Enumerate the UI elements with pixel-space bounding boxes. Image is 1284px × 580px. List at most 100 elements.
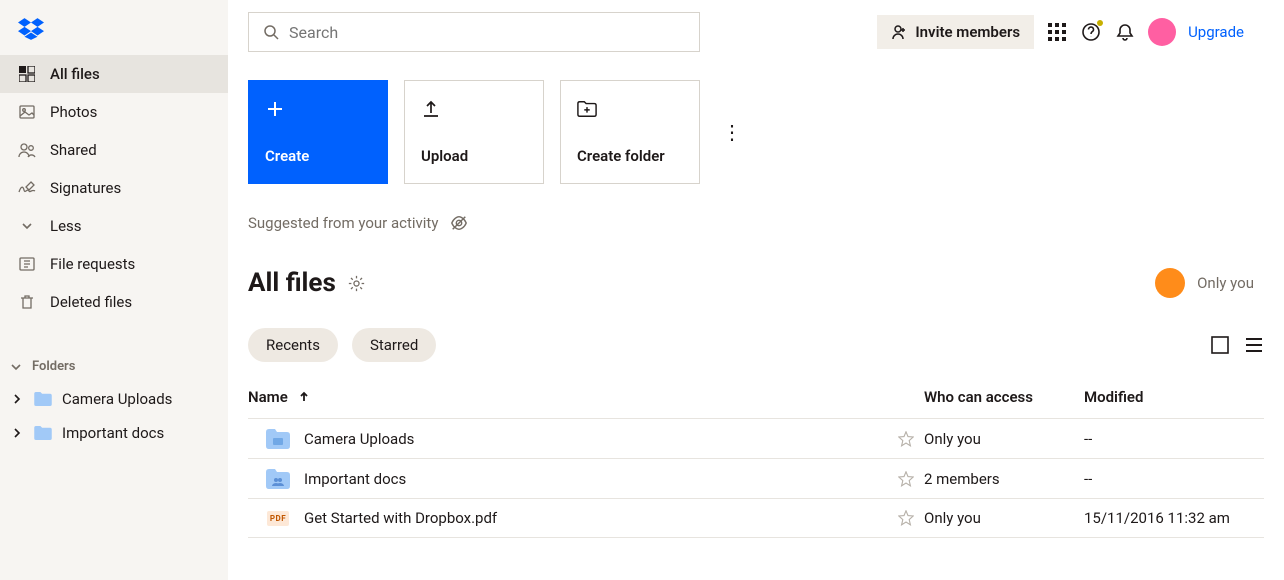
folder-icon [266, 429, 290, 449]
star-button[interactable] [888, 510, 924, 526]
chevron-right-icon [10, 428, 24, 438]
folder-plus-icon [577, 99, 597, 119]
people-icon [18, 142, 36, 158]
filter-row: Recents Starred [248, 328, 1264, 362]
more-actions-button[interactable]: ⋮ [716, 116, 748, 148]
create-label: Create [265, 147, 371, 165]
nav-shared[interactable]: Shared [0, 131, 228, 169]
folder-label: Important docs [62, 424, 164, 442]
nav-list: All files Photos Shared Signatures Less … [0, 55, 228, 321]
nav-signatures[interactable]: Signatures [0, 169, 228, 207]
nav-less[interactable]: Less [0, 207, 228, 245]
column-modified-header[interactable]: Modified [1084, 388, 1264, 406]
grid-view-button[interactable] [1210, 335, 1230, 355]
table-row[interactable]: PDF Get Started with Dropbox.pdf Only yo… [248, 498, 1264, 538]
modified-cell: 15/11/2016 11:32 am [1084, 509, 1264, 527]
create-button[interactable]: Create [248, 80, 388, 184]
folders-heading[interactable]: Folders [0, 351, 228, 382]
suggested-row: Suggested from your activity [248, 214, 1264, 232]
sort-arrow-up-icon [298, 391, 310, 403]
settings-button[interactable] [348, 275, 365, 292]
bell-icon[interactable] [1114, 21, 1136, 43]
column-name-header[interactable]: Name [248, 388, 888, 406]
table-body: Camera Uploads Only you -- Important doc… [248, 418, 1264, 538]
invite-members-button[interactable]: Invite members [877, 15, 1034, 49]
dropbox-logo-icon[interactable] [18, 18, 44, 40]
chevron-down-icon [10, 361, 22, 373]
nav-deleted-files[interactable]: Deleted files [0, 283, 228, 321]
logo-container [0, 18, 228, 55]
folders-section: Folders Camera Uploads Important docs [0, 351, 228, 450]
help-icon[interactable] [1080, 21, 1102, 43]
folder-tree-item[interactable]: Camera Uploads [0, 382, 228, 416]
folders-heading-label: Folders [32, 359, 75, 374]
recents-filter[interactable]: Recents [248, 328, 338, 362]
upload-icon [421, 99, 441, 119]
star-button[interactable] [888, 431, 924, 447]
file-table: Name Who can access Modified Camera Uplo… [248, 388, 1264, 538]
header-row: Invite members Upgrade [248, 12, 1264, 52]
signature-icon [18, 180, 36, 196]
notification-dot [1097, 20, 1103, 26]
kebab-icon: ⋮ [722, 120, 742, 144]
list-view-button[interactable] [1244, 335, 1264, 355]
table-row[interactable]: Important docs 2 members -- [248, 458, 1264, 498]
nav-label: Less [50, 217, 82, 235]
folder-icon [34, 426, 52, 440]
upload-button[interactable]: Upload [404, 80, 544, 184]
table-header: Name Who can access Modified [248, 388, 1264, 418]
access-cell: Only you [924, 430, 1084, 448]
nav-label: Shared [50, 141, 97, 159]
shared-folder-icon [266, 469, 290, 489]
folder-tree-item[interactable]: Important docs [0, 416, 228, 450]
avatar[interactable] [1148, 18, 1176, 46]
member-avatar[interactable] [1155, 268, 1185, 298]
chevron-right-icon [10, 394, 24, 404]
modified-cell: -- [1084, 470, 1264, 488]
nav-file-requests[interactable]: File requests [0, 245, 228, 283]
modified-cell: -- [1084, 430, 1264, 448]
access-summary: Only you [1197, 274, 1254, 292]
search-icon [263, 24, 279, 40]
nav-label: Deleted files [50, 293, 132, 311]
nav-all-files[interactable]: All files [0, 55, 228, 93]
file-name: Get Started with Dropbox.pdf [304, 509, 497, 527]
column-name-label: Name [248, 388, 288, 406]
upload-label: Upload [421, 147, 527, 165]
folder-label: Camera Uploads [62, 390, 172, 408]
apps-grid-icon[interactable] [1046, 21, 1068, 43]
search-input[interactable] [289, 23, 685, 42]
create-folder-button[interactable]: Create folder [560, 80, 700, 184]
suggested-label: Suggested from your activity [248, 214, 438, 232]
sidebar: All files Photos Shared Signatures Less … [0, 0, 228, 580]
title-row: All files Only you [248, 268, 1264, 298]
file-name: Camera Uploads [304, 430, 414, 448]
main-content: Invite members Upgrade Create Upload Cre… [228, 0, 1284, 580]
inbox-icon [18, 256, 36, 272]
chevron-down-icon [18, 219, 36, 233]
star-button[interactable] [888, 471, 924, 487]
person-plus-icon [891, 24, 907, 40]
nav-label: All files [50, 65, 100, 83]
nav-label: Signatures [50, 179, 121, 197]
starred-filter[interactable]: Starred [352, 328, 436, 362]
create-folder-label: Create folder [577, 147, 683, 165]
access-cell: 2 members [924, 470, 1084, 488]
tiles-icon [18, 66, 36, 82]
nav-label: Photos [50, 103, 97, 121]
folder-icon [34, 392, 52, 406]
page-title: All files [248, 268, 336, 298]
invite-label: Invite members [915, 23, 1020, 41]
nav-photos[interactable]: Photos [0, 93, 228, 131]
column-access-header[interactable]: Who can access [924, 388, 1084, 406]
file-name: Important docs [304, 470, 406, 488]
access-cell: Only you [924, 509, 1084, 527]
upgrade-link[interactable]: Upgrade [1188, 23, 1244, 41]
nav-label: File requests [50, 255, 135, 273]
hide-suggested-button[interactable] [450, 214, 468, 232]
table-row[interactable]: Camera Uploads Only you -- [248, 418, 1264, 458]
plus-icon [265, 99, 285, 119]
action-row: Create Upload Create folder ⋮ [248, 80, 1264, 184]
search-box[interactable] [248, 12, 700, 52]
pdf-icon: PDF [266, 508, 290, 528]
